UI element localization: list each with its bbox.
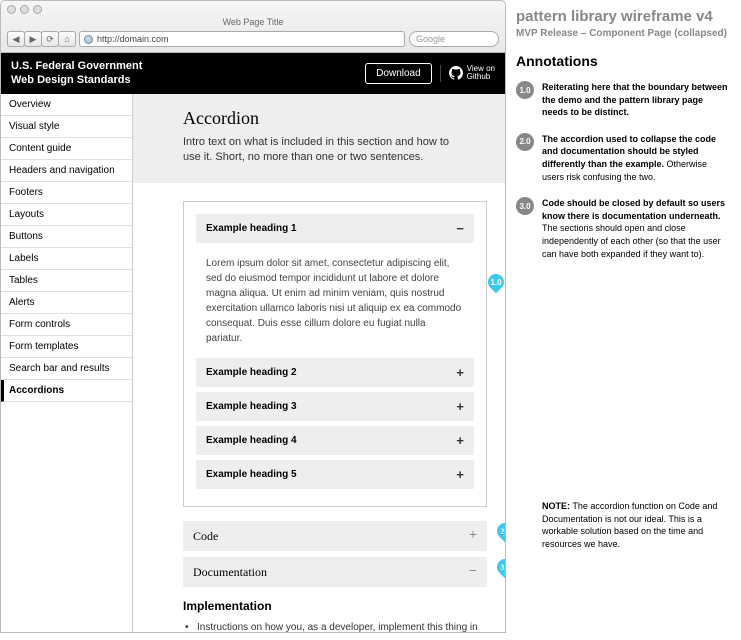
annotations-subtitle: MVP Release – Component Page (collapsed)	[516, 28, 731, 39]
annotations-note: NOTE: The accordion function on Code and…	[516, 500, 731, 550]
expand-icon: +	[469, 528, 477, 544]
callout-1: 1.0	[485, 271, 505, 294]
annotation-row: 1.0 Reiterating here that the boundary b…	[516, 81, 731, 119]
page-title: Accordion	[183, 108, 455, 129]
forward-button[interactable]: ▶	[24, 31, 42, 47]
expand-icon: +	[456, 365, 464, 380]
documentation-label: Documentation	[193, 565, 267, 580]
sidebar-item-form-templates[interactable]: Form templates	[1, 336, 132, 358]
accordion-row-3[interactable]: Example heading 3 +	[196, 392, 474, 421]
collapse-icon: −	[456, 221, 464, 236]
sidebar-item-alerts[interactable]: Alerts	[1, 292, 132, 314]
annotations-panel: pattern library wireframe v4 MVP Release…	[506, 0, 741, 633]
accordion-heading: Example heading 5	[206, 469, 297, 480]
download-button[interactable]: Download	[365, 63, 431, 84]
url-text: http://domain.com	[97, 34, 169, 44]
accordion-heading: Example heading 2	[206, 367, 297, 378]
accordion-row-2[interactable]: Example heading 2 +	[196, 358, 474, 387]
page-intro: Intro text on what is included in this s…	[183, 135, 455, 166]
site-header: U.S. Federal Government Web Design Stand…	[1, 53, 505, 94]
sidebar-item-footers[interactable]: Footers	[1, 182, 132, 204]
accordion-heading: Example heading 3	[206, 401, 297, 412]
expand-icon: +	[456, 433, 464, 448]
header-title-1: U.S. Federal Government	[11, 59, 142, 73]
sidebar-item-buttons[interactable]: Buttons	[1, 226, 132, 248]
annotation-row: 3.0 Code should be closed by default so …	[516, 197, 731, 260]
demo-frame: Example heading 1 − Lorem ipsum dolor si…	[183, 201, 487, 507]
reload-button[interactable]: ⟳	[41, 31, 59, 47]
github-icon	[449, 66, 463, 80]
accordion-body-1: Lorem ipsum dolor sit amet, consectetur …	[196, 248, 474, 358]
intro-block: Accordion Intro text on what is included…	[133, 94, 505, 184]
list-item: Instructions on how you, as a developer,…	[197, 621, 487, 632]
globe-icon	[84, 35, 93, 44]
collapse-icon: −	[469, 564, 477, 580]
sidebar-item-tables[interactable]: Tables	[1, 270, 132, 292]
page-scroll[interactable]: U.S. Federal Government Web Design Stand…	[1, 53, 505, 632]
expand-icon: +	[456, 399, 464, 414]
annotation-number: 1.0	[516, 81, 534, 99]
github-link[interactable]: View on Github	[440, 65, 495, 83]
browser-chrome: Web Page Title ◀ ▶ ⟳ ⌂ http://domain.com…	[0, 0, 506, 53]
accordion-row-4[interactable]: Example heading 4 +	[196, 426, 474, 455]
callout-2: 2.0	[494, 520, 505, 543]
callout-3: 3.0	[494, 556, 505, 579]
accordion-row-1[interactable]: Example heading 1 −	[196, 214, 474, 243]
sidebar-item-content-guide[interactable]: Content guide	[1, 138, 132, 160]
sidebar-nav: Overview Visual style Content guide Head…	[1, 94, 133, 632]
annotations-title: pattern library wireframe v4	[516, 8, 731, 25]
sidebar-item-accordions[interactable]: Accordions	[1, 380, 132, 402]
annotations-heading: Annotations	[516, 53, 731, 69]
sidebar-item-form-controls[interactable]: Form controls	[1, 314, 132, 336]
sidebar-item-overview[interactable]: Overview	[1, 94, 132, 116]
expand-icon: +	[456, 467, 464, 482]
sidebar-item-search[interactable]: Search bar and results	[1, 358, 132, 380]
browser-tab[interactable]: Web Page Title	[7, 17, 499, 27]
home-button[interactable]: ⌂	[58, 31, 76, 47]
accordion-heading: Example heading 1	[206, 223, 297, 234]
documentation-section-bar[interactable]: Documentation − 3.0	[183, 557, 487, 587]
annotation-row: 2.0 The accordion used to collapse the c…	[516, 133, 731, 183]
sidebar-item-layouts[interactable]: Layouts	[1, 204, 132, 226]
implementation-heading: Implementation	[183, 599, 487, 613]
github-label-2: Github	[467, 73, 495, 82]
accordion-row-5[interactable]: Example heading 5 +	[196, 460, 474, 489]
window-controls[interactable]	[7, 5, 42, 14]
back-button[interactable]: ◀	[7, 31, 25, 47]
header-title-2: Web Design Standards	[11, 73, 142, 87]
annotation-number: 3.0	[516, 197, 534, 215]
code-label: Code	[193, 529, 218, 544]
documentation-body: Implementation Instructions on how you, …	[183, 599, 487, 632]
address-bar[interactable]: http://domain.com	[79, 31, 405, 47]
code-section-bar[interactable]: Code + 2.0	[183, 521, 487, 551]
sidebar-item-labels[interactable]: Labels	[1, 248, 132, 270]
annotation-number: 2.0	[516, 133, 534, 151]
sidebar-item-visual-style[interactable]: Visual style	[1, 116, 132, 138]
accordion-heading: Example heading 4	[206, 435, 297, 446]
sidebar-item-headers[interactable]: Headers and navigation	[1, 160, 132, 182]
browser-search[interactable]: Google	[409, 31, 499, 47]
